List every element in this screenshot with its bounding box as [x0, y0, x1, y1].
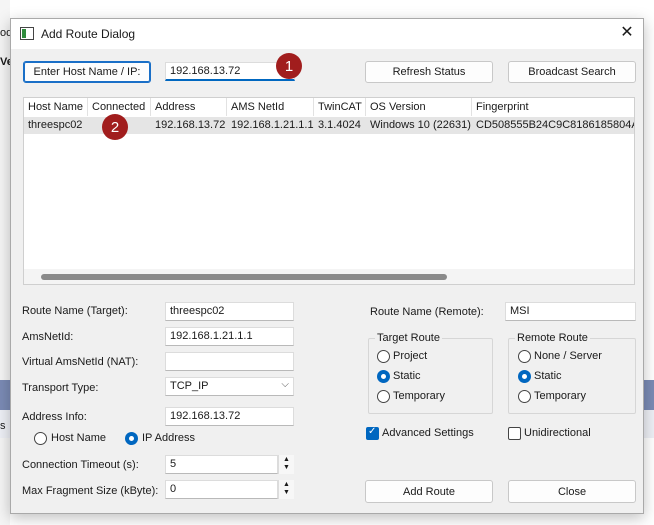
transport-type-select[interactable]: TCP_IP ⌵ [165, 377, 294, 396]
connection-timeout-input[interactable]: 5 [165, 455, 278, 474]
remote-route-none-label: None / Server [534, 350, 602, 362]
ip-address-radio[interactable] [125, 432, 138, 445]
virtual-amsnetid-input[interactable] [165, 352, 294, 371]
close-icon[interactable]: ✕ [617, 23, 637, 43]
target-route-project-radio[interactable] [377, 350, 390, 363]
refresh-status-button[interactable]: Refresh Status [365, 61, 493, 83]
remote-route-none-radio[interactable] [518, 350, 531, 363]
close-button[interactable]: Close [508, 480, 636, 503]
column-header-address[interactable]: Address [151, 98, 227, 116]
route-name-remote-input[interactable]: MSI [505, 302, 636, 321]
column-header-connected[interactable]: Connected [88, 98, 151, 116]
column-header-fingerprint[interactable]: Fingerprint [472, 98, 634, 116]
column-header-os-version[interactable]: OS Version [366, 98, 472, 116]
transport-type-label: Transport Type: [22, 382, 99, 394]
target-route-temporary-label: Temporary [393, 390, 445, 402]
chevron-down-icon: ⌵ [281, 379, 289, 390]
add-route-dialog: Add Route Dialog ✕ Enter Host Name / IP:… [10, 18, 644, 514]
add-route-button[interactable]: Add Route [365, 480, 493, 503]
amsnetid-input[interactable]: 192.168.1.21.1.1 [165, 327, 294, 346]
cell-host-name: threespc02 [28, 119, 83, 131]
remote-route-temporary-radio[interactable] [518, 390, 531, 403]
app-icon [20, 27, 34, 40]
cell-ams-netid: 192.168.1.21.1.1 [231, 119, 314, 131]
amsnetid-label: AmsNetId: [22, 331, 74, 343]
target-route-temporary-radio[interactable] [377, 390, 390, 403]
annotation-marker-1: 1 [276, 53, 302, 79]
ip-address-radio-label: IP Address [142, 432, 195, 444]
dialog-title: Add Route Dialog [41, 27, 136, 41]
annotation-marker-2: 2 [102, 114, 128, 140]
connection-timeout-stepper[interactable]: ▲ ▼ [278, 455, 294, 474]
horizontal-scrollbar[interactable] [24, 269, 634, 284]
transport-type-value: TCP_IP [170, 380, 209, 392]
advanced-settings-label: Advanced Settings [382, 427, 474, 439]
cell-twincat: 3.1.4024 [318, 119, 361, 131]
max-fragment-stepper[interactable]: ▲ ▼ [278, 480, 294, 499]
background-text-3: s [0, 420, 6, 432]
remote-route-temporary-label: Temporary [534, 390, 586, 402]
column-header-ams-netid[interactable]: AMS NetId [227, 98, 314, 116]
target-route-project-label: Project [393, 350, 428, 362]
enter-host-button[interactable]: Enter Host Name / IP: [23, 61, 151, 83]
remote-route-static-label: Static [534, 370, 562, 382]
target-route-static-label: Static [393, 370, 421, 382]
column-header-twincat[interactable]: TwinCAT [314, 98, 366, 116]
host-name-radio[interactable] [34, 432, 47, 445]
route-name-target-label: Route Name (Target): [22, 305, 128, 317]
address-info-label: Address Info: [22, 411, 87, 423]
cell-fingerprint: CD508555B24C9C8186185804A [476, 119, 634, 131]
remote-route-title: Remote Route [515, 332, 590, 344]
cell-address: 192.168.13.72 [155, 119, 226, 131]
checkmark-icon: ✓ [368, 426, 377, 437]
background-window-left [0, 0, 10, 525]
route-name-remote-label: Route Name (Remote): [370, 306, 484, 318]
connection-timeout-label: Connection Timeout (s): [22, 459, 139, 471]
route-name-target-input[interactable]: threespc02 [165, 302, 294, 321]
scrollbar-thumb[interactable] [41, 274, 447, 280]
advanced-settings-checkbox[interactable]: ✓ [366, 426, 379, 440]
max-fragment-label: Max Fragment Size (kByte): [22, 485, 159, 497]
address-info-input[interactable]: 192.168.13.72 [165, 407, 294, 426]
column-header-host-name[interactable]: Host Name [24, 98, 88, 116]
host-name-radio-label: Host Name [51, 432, 107, 444]
broadcast-search-button[interactable]: Broadcast Search [508, 61, 636, 83]
remote-route-static-radio[interactable] [518, 370, 531, 383]
virtual-amsnetid-label: Virtual AmsNetId (NAT): [22, 356, 139, 368]
target-route-static-radio[interactable] [377, 370, 390, 383]
max-fragment-input[interactable]: 0 [165, 480, 278, 499]
unidirectional-label: Unidirectional [524, 427, 591, 439]
title-bar: Add Route Dialog ✕ [11, 19, 643, 49]
target-route-title: Target Route [375, 332, 442, 344]
cell-os-version: Windows 10 (22631) [370, 119, 471, 131]
unidirectional-checkbox[interactable] [508, 427, 521, 440]
